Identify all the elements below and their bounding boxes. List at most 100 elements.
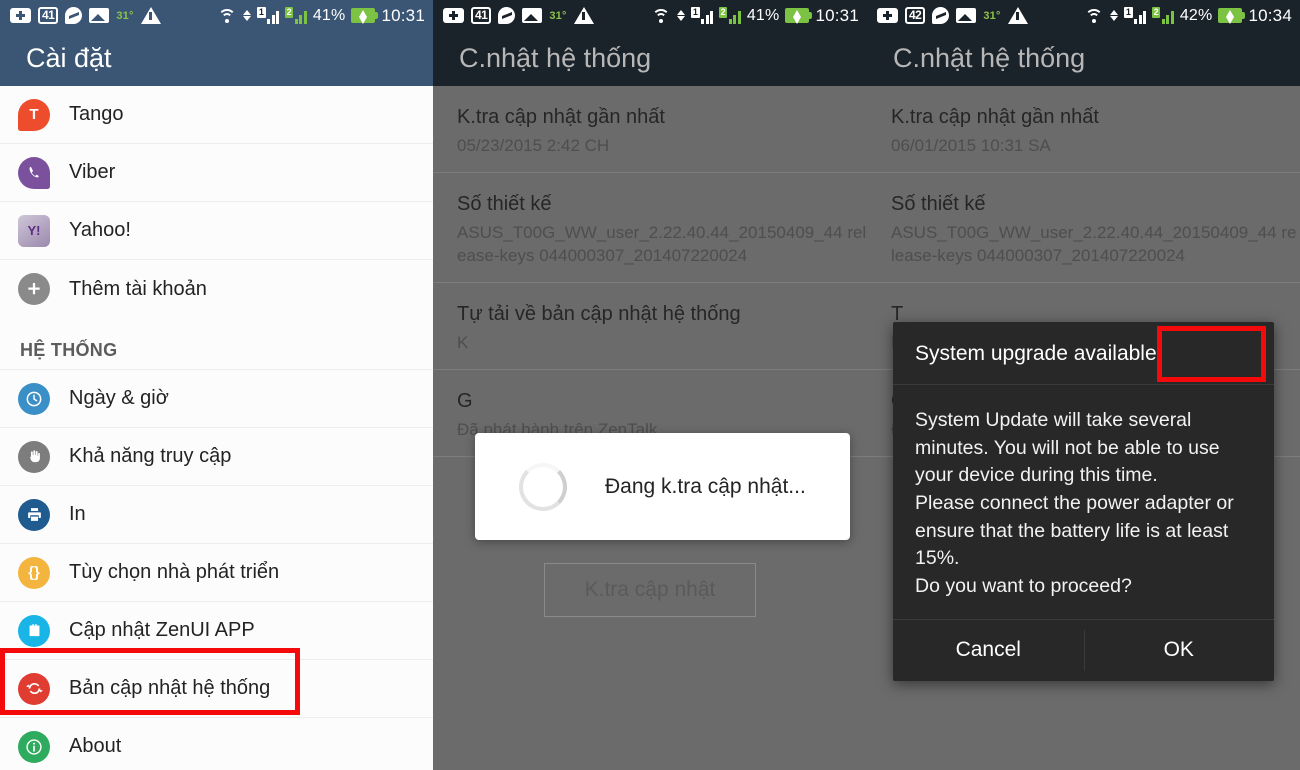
message-count-badge: 42	[905, 7, 926, 24]
dialog-message: System Update will take several minutes.…	[915, 409, 1234, 598]
braces-icon: {}	[18, 556, 50, 589]
clock-icon	[18, 382, 50, 415]
sidebar-item-label: Viber	[69, 161, 116, 183]
data-transfer-icon	[1110, 10, 1119, 21]
sim2-signal-icon: 2	[285, 7, 307, 24]
messenger-icon	[932, 7, 950, 24]
temperature-indicator: 31°	[116, 9, 134, 22]
status-bar-panel2: 41 31° 1 2 41% 10:31	[433, 0, 867, 31]
battery-percent: 41%	[746, 6, 780, 24]
wifi-icon	[217, 8, 237, 24]
sidebar-item-system-update[interactable]: Bản cập nhật hệ thống	[0, 660, 433, 718]
system-update-icon	[18, 672, 50, 705]
three-panel-screenshot: 41 31° 1 2 41% 10:31 Cài đặt T Tango Vib…	[0, 0, 1300, 770]
data-transfer-icon	[677, 10, 686, 21]
page-title: C.nhật hệ thống	[459, 43, 652, 73]
sidebar-item-date-time[interactable]: Ngày & giờ	[0, 370, 433, 428]
messenger-icon	[65, 7, 83, 24]
check-update-button[interactable]: K.tra cập nhật	[543, 562, 757, 617]
status-bar-left-icons: 41 31°	[10, 7, 161, 24]
sidebar-item-label: Tùy chọn nhà phát triển	[69, 561, 280, 583]
system-upgrade-dialog: System upgrade available System Update w…	[893, 322, 1274, 681]
zenui-update-icon	[18, 614, 50, 647]
last-check-value: 06/01/2015 10:31 SA	[891, 136, 1051, 155]
status-bar-panel3: 42 31° 1 2 42% 10:34	[867, 0, 1300, 31]
photo-icon	[522, 8, 543, 23]
sidebar-item-print[interactable]: In	[0, 486, 433, 544]
last-check-row[interactable]: K.tra cập nhật gần nhất 06/01/2015 10:31…	[867, 86, 1300, 173]
battery-percent: 42%	[1179, 6, 1213, 24]
last-check-label: K.tra cập nhật gần nhất	[891, 106, 1099, 128]
plus-icon	[443, 8, 464, 23]
auto-download-label: Tự tải về bản cập nhật hệ thống	[457, 302, 741, 325]
status-bar-right-icons: 1 2 41% 10:31	[217, 6, 425, 26]
last-check-label: K.tra cập nhật gần nhất	[457, 106, 665, 128]
page-title: Cài đặt	[26, 43, 112, 73]
sidebar-item-label: About	[69, 735, 122, 757]
loading-spinner-icon	[519, 462, 567, 511]
build-value: ASUS_T00G_WW_user_2.22.40.44_20150409_44…	[891, 222, 1297, 265]
status-bar-left-icons: 41 31°	[443, 7, 594, 24]
sidebar-item-label: Bản cập nhật hệ thống	[69, 677, 271, 699]
clock-time: 10:34	[1248, 5, 1292, 25]
warning-icon	[140, 7, 161, 24]
app-bar-settings: Cài đặt	[0, 31, 433, 86]
build-number-row[interactable]: Số thiết kế ASUS_T00G_WW_user_2.22.40.44…	[433, 173, 867, 283]
auto-download-sub: K	[457, 332, 469, 352]
progress-dialog: Đang k.tra cập nhật...	[475, 433, 850, 540]
warning-icon	[573, 7, 594, 24]
settings-list: T Tango Viber Y! Yahoo! Thêm tài khoản H…	[0, 86, 433, 770]
app-bar-system-update: C.nhật hệ thống	[433, 31, 867, 86]
status-bar-left-icons: 42 31°	[877, 7, 1028, 24]
sidebar-item-label: Cập nhật ZenUI APP	[69, 619, 255, 641]
sim1-signal-icon: 1	[1124, 7, 1147, 24]
sidebar-item-label: Ngày & giờ	[69, 387, 169, 409]
sim2-label: 2	[1152, 7, 1161, 18]
printer-icon	[18, 498, 50, 531]
sidebar-item-viber[interactable]: Viber	[0, 144, 433, 202]
recent-label: G	[457, 389, 473, 412]
temperature-indicator: 31°	[549, 9, 567, 22]
temperature-indicator: 31°	[983, 9, 1001, 22]
cancel-button[interactable]: Cancel	[893, 620, 1084, 681]
sidebar-item-label: Tango	[69, 103, 124, 125]
tango-icon: T	[18, 98, 50, 131]
auto-download-row[interactable]: Tự tải về bản cập nhật hệ thống K	[433, 283, 867, 370]
dialog-actions: Cancel OK	[893, 326, 1275, 681]
hand-icon	[18, 440, 50, 473]
status-bar-right-icons: 1 2 42% 10:34	[1084, 6, 1292, 26]
sidebar-item-tango[interactable]: T Tango	[0, 86, 433, 144]
info-icon	[18, 730, 50, 763]
sidebar-item-accessibility[interactable]: Khả năng truy cập	[0, 428, 433, 486]
build-value: ASUS_T00G_WW_user_2.22.40.44_20150409_44…	[457, 222, 867, 265]
sim1-label: 1	[691, 7, 700, 18]
sidebar-item-about[interactable]: About	[0, 718, 433, 770]
app-bar-system-update: C.nhật hệ thống	[867, 31, 1300, 86]
sim1-signal-icon: 1	[691, 7, 714, 24]
sidebar-item-yahoo[interactable]: Y! Yahoo!	[0, 202, 433, 260]
sidebar-item-developer-options[interactable]: {} Tùy chọn nhà phát triển	[0, 544, 433, 602]
clock-time: 10:31	[381, 5, 425, 25]
add-account-icon	[18, 273, 50, 305]
ok-button[interactable]: OK	[1083, 620, 1275, 681]
wifi-icon	[1084, 8, 1104, 24]
panel-settings: 41 31° 1 2 41% 10:31 Cài đặt T Tango Vib…	[0, 0, 433, 770]
sidebar-item-add-account[interactable]: Thêm tài khoản	[0, 260, 433, 318]
sidebar-item-zenui-update[interactable]: Cập nhật ZenUI APP	[0, 602, 433, 660]
plus-icon	[877, 8, 898, 23]
system-update-body: K.tra cập nhật gần nhất 05/23/2015 2:42 …	[433, 86, 867, 770]
build-number-row[interactable]: Số thiết kế ASUS_T00G_WW_user_2.22.40.44…	[867, 173, 1300, 283]
section-header-system: HỆ THỐNG	[0, 318, 433, 370]
battery-charging-icon	[1218, 8, 1246, 24]
sidebar-item-label: Khả năng truy cập	[69, 445, 232, 467]
sim2-label: 2	[285, 7, 294, 18]
sim1-label: 1	[1124, 7, 1133, 18]
last-check-row[interactable]: K.tra cập nhật gần nhất 05/23/2015 2:42 …	[433, 86, 867, 173]
viber-icon	[18, 156, 50, 189]
sidebar-item-label: Yahoo!	[69, 219, 131, 241]
status-bar-right-icons: 1 2 41% 10:31	[651, 6, 859, 26]
clock-time: 10:31	[815, 5, 859, 25]
message-count-badge: 41	[38, 7, 59, 24]
sidebar-item-label: In	[69, 503, 86, 525]
build-label: Số thiết kế	[891, 192, 986, 215]
